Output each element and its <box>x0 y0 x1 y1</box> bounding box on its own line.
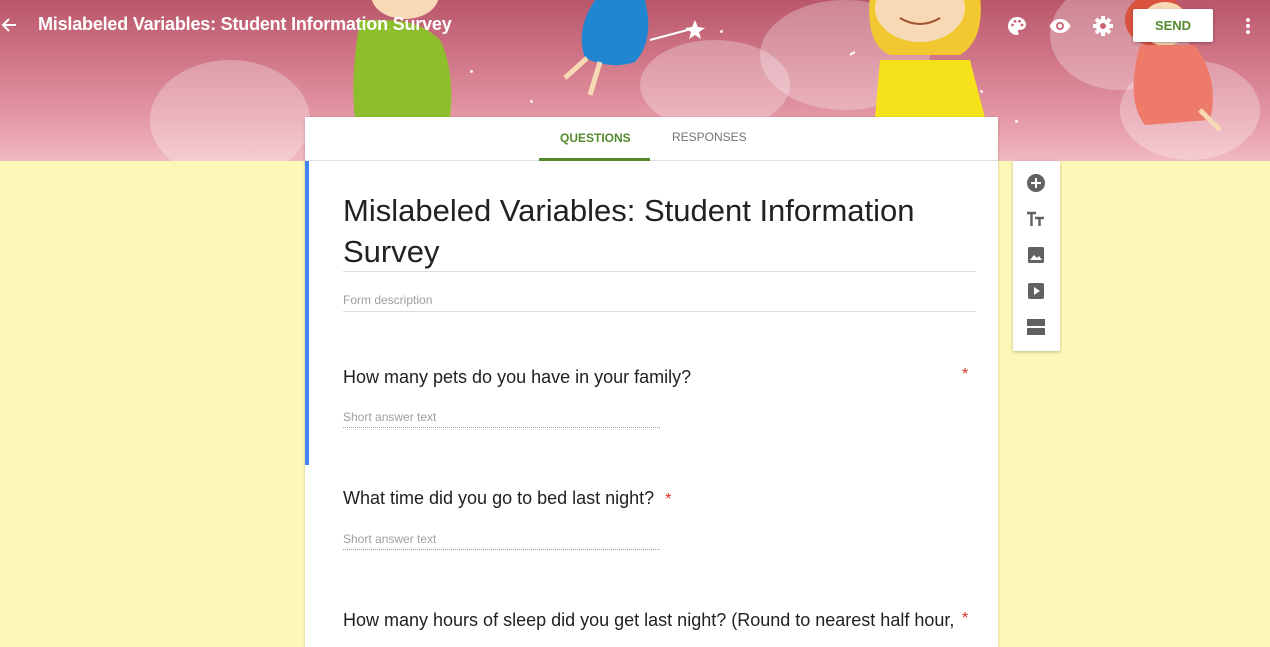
banner-sparkle <box>470 70 473 73</box>
gear-icon[interactable] <box>1091 14 1115 38</box>
required-marker: * <box>962 610 969 627</box>
send-button[interactable]: SEND <box>1133 9 1213 42</box>
tab-responses[interactable]: RESPONSES <box>672 130 747 144</box>
question-title[interactable]: What time did you go to bed last night? … <box>343 488 671 509</box>
back-arrow-icon[interactable] <box>0 12 18 38</box>
required-marker: * <box>665 491 672 508</box>
add-question-icon[interactable] <box>1026 173 1046 193</box>
add-image-icon[interactable] <box>1026 245 1046 265</box>
divider <box>343 311 976 312</box>
active-section-indicator <box>305 161 309 465</box>
banner-sparkle <box>530 100 533 103</box>
tab-questions[interactable]: QUESTIONS <box>560 131 631 145</box>
top-app-bar: Mislabeled Variables: Student Informatio… <box>0 0 1270 52</box>
add-video-icon[interactable] <box>1026 281 1046 301</box>
question-text: What time did you go to bed last night? <box>343 488 655 508</box>
eye-icon[interactable] <box>1048 14 1072 38</box>
form-card: QUESTIONS RESPONSES Mislabeled Variables… <box>305 117 998 647</box>
short-answer-placeholder: Short answer text <box>343 410 437 424</box>
form-title-header[interactable]: Mislabeled Variables: Student Informatio… <box>38 14 452 35</box>
answer-underline <box>343 549 660 550</box>
question-title[interactable]: How many hours of sleep did you get last… <box>343 610 954 631</box>
form-title-field[interactable]: Mislabeled Variables: Student Informatio… <box>343 190 953 272</box>
banner-sparkle <box>1015 120 1018 123</box>
required-marker: * <box>962 366 969 383</box>
short-answer-placeholder: Short answer text <box>343 532 437 546</box>
tab-bar: QUESTIONS RESPONSES <box>305 117 998 161</box>
form-description-field[interactable]: Form description <box>343 293 432 307</box>
add-section-icon[interactable] <box>1026 317 1046 337</box>
palette-icon[interactable] <box>1005 14 1029 38</box>
active-tab-indicator <box>539 158 650 161</box>
add-title-icon[interactable] <box>1026 209 1046 229</box>
answer-underline <box>343 427 660 428</box>
banner-decoration <box>150 60 310 161</box>
more-vert-icon[interactable] <box>1240 14 1256 38</box>
divider <box>343 271 976 272</box>
add-item-toolbar <box>1013 161 1060 351</box>
question-title[interactable]: How many pets do you have in your family… <box>343 367 691 388</box>
